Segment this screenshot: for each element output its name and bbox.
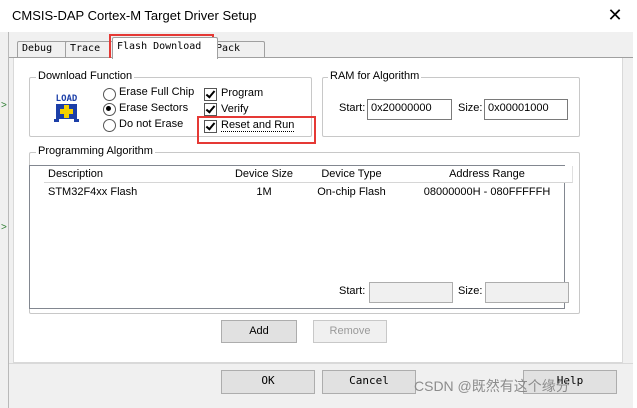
row-device-size: 1M	[256, 186, 272, 198]
background-window-strip: > >	[0, 32, 9, 408]
erase-full-chip-label: Erase Full Chip	[119, 86, 195, 98]
algorithm-size-input[interactable]	[485, 282, 569, 303]
algorithm-start-label: Start:	[339, 285, 366, 297]
row-description: STM32F4xx Flash	[48, 186, 138, 198]
ram-start-label: Start:	[339, 102, 366, 114]
do-not-erase-radio[interactable]	[103, 119, 116, 132]
remove-button[interactable]: Remove	[313, 320, 387, 343]
algorithm-size-label: Size:	[458, 285, 483, 297]
column-header-device-size[interactable]: Device Size	[227, 166, 302, 183]
row-address-range: 08000000H - 080FFFFFH	[423, 186, 551, 198]
load-logo-text: LOAD	[56, 94, 78, 104]
erase-full-chip-radio[interactable]	[103, 88, 116, 101]
erase-sectors-label: Erase Sectors	[119, 102, 189, 114]
programming-algorithm-title: Programming Algorithm	[36, 145, 155, 157]
ram-size-label: Size:	[458, 102, 483, 114]
tab-flash-download[interactable]: Flash Download	[112, 37, 218, 59]
csdn-watermark: CSDN @既然有这个缘分	[414, 378, 570, 394]
footer-divider	[9, 363, 633, 364]
erase-sectors-radio[interactable]	[103, 103, 116, 116]
window-title: CMSIS-DAP Cortex-M Target Driver Setup	[12, 8, 257, 23]
reset-and-run-highlight	[197, 116, 316, 144]
verify-label: Verify	[221, 103, 249, 115]
program-checkbox[interactable]	[204, 88, 217, 101]
program-label: Program	[221, 87, 264, 99]
cancel-button[interactable]: Cancel	[322, 370, 416, 394]
ram-for-algorithm-title: RAM for Algorithm	[328, 70, 422, 82]
column-header-address-range[interactable]: Address Range	[402, 166, 573, 183]
load-logo-icon: LOAD	[52, 91, 81, 123]
title-bar: CMSIS-DAP Cortex-M Target Driver Setup ✕	[0, 0, 637, 32]
verify-checkbox[interactable]	[204, 103, 217, 116]
column-header-description[interactable]: Description	[44, 166, 232, 183]
ok-button[interactable]: OK	[221, 370, 315, 394]
do-not-erase-label: Do not Erase	[119, 118, 184, 130]
ram-size-input[interactable]: 0x00001000	[484, 99, 568, 120]
row-device-type: On-chip Flash	[317, 186, 386, 198]
add-button[interactable]: Add	[221, 320, 297, 343]
algorithm-start-input[interactable]	[369, 282, 453, 303]
download-function-title: Download Function	[36, 70, 135, 82]
tab-pack[interactable]: Pack	[211, 41, 265, 58]
close-button[interactable]: ✕	[604, 5, 626, 25]
column-header-device-type[interactable]: Device Type	[301, 166, 403, 183]
ram-start-input[interactable]: 0x20000000	[367, 99, 452, 120]
